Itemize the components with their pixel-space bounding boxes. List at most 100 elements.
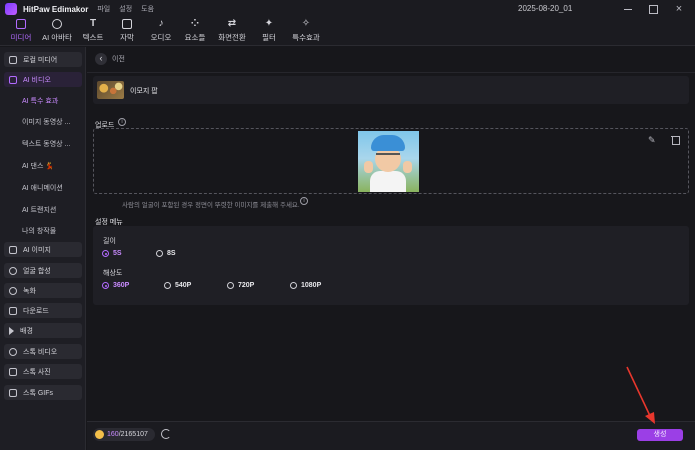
trash-icon[interactable] xyxy=(671,135,680,145)
tab-effects-label: 특수효과 xyxy=(292,33,320,42)
text-icon: T xyxy=(89,18,97,29)
face-icon xyxy=(9,266,17,275)
sidebar-item-stock-video[interactable]: 스톡 비디오 xyxy=(4,344,82,359)
back-button[interactable]: ‹ xyxy=(95,53,107,65)
sidebar-item-ai-video[interactable]: AI 비디오 xyxy=(4,72,82,87)
minimize-button[interactable] xyxy=(622,3,634,15)
tab-filter-label: 필터 xyxy=(262,33,276,42)
generate-button[interactable]: 생성 xyxy=(637,429,683,441)
sidebar-item-ai-image[interactable]: AI 이미지 xyxy=(4,242,82,257)
sidebar-item-stock-photo[interactable]: 스톡 사진 xyxy=(4,364,82,379)
sidebar-item-face-swap[interactable]: 얼굴 합성 xyxy=(4,263,82,278)
credits-badge: 160/2165107 xyxy=(93,428,155,441)
template-name: 이모지 팝 xyxy=(130,88,158,95)
settings-card: 길이 5S 8S 해상도 360P 540P 720P 1080P xyxy=(93,226,689,305)
filter-icon: ✦ xyxy=(264,18,274,29)
sidebar-item-label: 스톡 비디오 xyxy=(23,348,58,356)
sidebar-item-background[interactable]: 배경 xyxy=(4,323,82,338)
stock-gif-icon xyxy=(9,388,17,397)
media-sidebar: 로컬 미디어 AI 비디오 AI 특수 효과 이미지 동영상 ... 텍스트 동… xyxy=(0,47,86,450)
tab-ai-avatar[interactable]: AI 아바타 xyxy=(38,18,76,46)
stock-photo-icon xyxy=(9,367,17,376)
upload-dropzone[interactable]: ✎ xyxy=(93,128,689,194)
project-title: 2025-08-20_01 xyxy=(518,4,573,13)
radio-label: 1080P xyxy=(301,282,322,289)
refresh-icon[interactable] xyxy=(161,429,171,439)
tab-elements-label: 요소들 xyxy=(184,33,206,42)
download-icon xyxy=(9,306,17,315)
sidebar-subitem-ai-transition[interactable]: AI 트랜지션 xyxy=(22,205,56,215)
sidebar-item-label: 스톡 사진 xyxy=(23,368,51,376)
resolution-360p-radio[interactable]: 360P xyxy=(102,282,129,289)
menu-file[interactable]: 파일 xyxy=(97,4,110,14)
sidebar-item-label: AI 이미지 xyxy=(23,246,51,254)
play-icon xyxy=(9,326,14,335)
template-thumbnail xyxy=(97,81,124,99)
subtitle-icon xyxy=(122,19,132,29)
radio-label: 720P xyxy=(238,282,255,289)
elements-icon: ⁘ xyxy=(190,18,200,29)
sidebar-subitem-text-to-video[interactable]: 텍스트 동영상 ... xyxy=(22,139,70,149)
duration-label: 길이 xyxy=(103,238,116,245)
tab-text-label: 텍스트 xyxy=(82,33,104,42)
resolution-1080p-radio[interactable]: 1080P xyxy=(290,282,321,289)
ai-image-icon xyxy=(9,245,17,254)
tab-effects[interactable]: ✧ 특수효과 xyxy=(286,18,326,46)
ai-effects-panel: ‹ 이전 이모지 팝 업로드 i ✎ 사람의 얼굴이 포함된 경우 정면이 뚜렷… xyxy=(87,47,695,450)
tab-text[interactable]: T 텍스트 xyxy=(76,18,110,46)
resolution-720p-radio[interactable]: 720P xyxy=(227,282,254,289)
sidebar-subitem-ai-dance[interactable]: AI 댄스 💃 xyxy=(22,161,54,171)
media-icon xyxy=(16,19,26,29)
maximize-button[interactable] xyxy=(647,3,659,15)
credits-total: /2165107 xyxy=(118,431,148,438)
back-label[interactable]: 이전 xyxy=(112,54,125,64)
close-button[interactable]: × xyxy=(673,3,685,15)
sidebar-item-label: 로컬 미디어 xyxy=(23,56,58,64)
folder-icon xyxy=(9,55,17,64)
tab-audio-label: 오디오 xyxy=(150,33,172,42)
tab-audio[interactable]: ♪ 오디오 xyxy=(144,18,178,46)
duration-8s-radio[interactable]: 8S xyxy=(156,250,176,257)
app-logo-icon xyxy=(5,3,17,15)
resolution-540p-radio[interactable]: 540P xyxy=(164,282,191,289)
record-icon xyxy=(9,286,17,295)
selected-template-card[interactable]: 이모지 팝 xyxy=(93,76,689,104)
radio-label: 540P xyxy=(175,282,192,289)
sidebar-item-label: 스톡 GIFs xyxy=(23,389,53,397)
radio-label: 5S xyxy=(113,250,122,257)
sidebar-subitem-image-to-video[interactable]: 이미지 동영상 ... xyxy=(22,117,70,127)
main-toolbar: 미디어 AI 아바타 T 텍스트 자막 ♪ 오디오 ⁘ 요소들 ⇄ 화면전환 ✦… xyxy=(0,18,695,46)
menu-settings[interactable]: 설정 xyxy=(119,4,132,14)
sidebar-subitem-ai-animation[interactable]: AI 애니메이션 xyxy=(22,183,63,193)
duration-5s-radio[interactable]: 5S xyxy=(102,250,122,257)
coin-icon xyxy=(95,430,104,439)
sidebar-subitem-ai-effects[interactable]: AI 특수 효과 xyxy=(22,96,58,106)
radio-label: 8S xyxy=(167,250,176,257)
transition-icon: ⇄ xyxy=(227,18,237,29)
radio-label: 360P xyxy=(113,282,130,289)
tab-elements[interactable]: ⁘ 요소들 xyxy=(178,18,212,46)
bottom-action-bar: 160/2165107 생성 xyxy=(87,421,695,450)
sidebar-item-record[interactable]: 녹화 xyxy=(4,283,82,298)
ai-video-icon xyxy=(9,75,17,84)
sidebar-item-stock-gifs[interactable]: 스톡 GIFs xyxy=(4,385,82,400)
tab-subtitle[interactable]: 자막 xyxy=(110,18,144,46)
sidebar-subitem-my-creations[interactable]: 나의 창작물 xyxy=(22,226,56,236)
tab-media[interactable]: 미디어 xyxy=(4,18,38,46)
credits-used: 160 xyxy=(107,431,119,438)
upload-hint: 사람의 얼굴이 포함된 경우 정면이 뚜렷한 이미지를 제출해 주세요. xyxy=(122,202,300,209)
tab-transition[interactable]: ⇄ 화면전환 xyxy=(212,18,252,46)
tab-media-label: 미디어 xyxy=(10,33,32,42)
tab-ai-avatar-label: AI 아바타 xyxy=(42,33,72,42)
edit-icon[interactable]: ✎ xyxy=(648,135,658,145)
stock-video-icon xyxy=(9,347,17,356)
sidebar-item-label: 배경 xyxy=(20,327,33,335)
tab-filter[interactable]: ✦ 필터 xyxy=(252,18,286,46)
sidebar-item-download[interactable]: 다운로드 xyxy=(4,303,82,318)
info-icon[interactable]: i xyxy=(300,197,308,205)
tab-transition-label: 화면전환 xyxy=(218,33,246,42)
uploaded-photo xyxy=(358,131,419,192)
info-icon[interactable]: i xyxy=(118,118,126,126)
menu-help[interactable]: 도움 xyxy=(141,4,154,14)
sidebar-item-local-media[interactable]: 로컬 미디어 xyxy=(4,52,82,67)
